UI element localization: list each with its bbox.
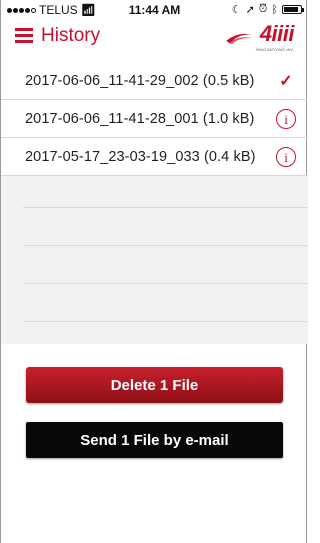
status-right: ☾ ➚ ⏰︎ ᛒ xyxy=(231,3,304,16)
nav-bar: History 4iiii INNOVATIONS INC. xyxy=(1,20,308,54)
logo-swoosh-icon xyxy=(226,33,252,44)
moon-icon: ☾ xyxy=(231,4,242,16)
alarm-icon: ⏰︎ xyxy=(258,3,268,15)
file-name: 2017-06-06_11-41-28_001 (1.0 kB) xyxy=(25,110,255,127)
file-row[interactable]: 2017-06-06_11-41-29_002 (0.5 kB) ✓ xyxy=(1,62,308,100)
status-bar: TELUS 📶︎ 11:44 AM ☾ ➚ ⏰︎ ᛒ xyxy=(1,0,308,20)
file-row[interactable]: 2017-06-06_11-41-28_001 (1.0 kB) i xyxy=(1,100,308,138)
bluetooth-icon: ᛒ xyxy=(271,3,278,16)
file-name: 2017-06-06_11-41-29_002 (0.5 kB) xyxy=(25,72,255,89)
send-email-button[interactable]: Send 1 File by e-mail xyxy=(26,422,283,458)
delete-files-button[interactable]: Delete 1 File xyxy=(26,367,283,403)
hamburger-menu-icon[interactable] xyxy=(15,28,33,43)
empty-list-area xyxy=(1,176,308,344)
divider xyxy=(23,321,308,322)
brand-name: 4iiii xyxy=(259,21,295,46)
divider xyxy=(23,207,308,208)
brand-tagline: INNOVATIONS INC. xyxy=(255,47,295,52)
file-name: 2017-05-17_23-03-19_033 (0.4 kB) xyxy=(25,148,256,165)
page-title: History xyxy=(41,25,101,46)
divider xyxy=(23,245,308,246)
checkmark-icon: ✓ xyxy=(279,73,293,90)
phone-screen: TELUS 📶︎ 11:44 AM ☾ ➚ ⏰︎ ᛒ History 4iiii… xyxy=(0,0,308,543)
info-icon[interactable]: i xyxy=(276,147,296,167)
info-icon[interactable]: i xyxy=(276,109,296,129)
location-icon: ➚ xyxy=(245,4,255,16)
divider xyxy=(23,283,308,284)
battery-fill xyxy=(284,7,298,12)
battery-icon xyxy=(282,5,304,14)
file-row[interactable]: 2017-05-17_23-03-19_033 (0.4 kB) i xyxy=(1,138,308,176)
file-list: 2017-06-06_11-41-29_002 (0.5 kB) ✓ 2017-… xyxy=(1,62,308,176)
